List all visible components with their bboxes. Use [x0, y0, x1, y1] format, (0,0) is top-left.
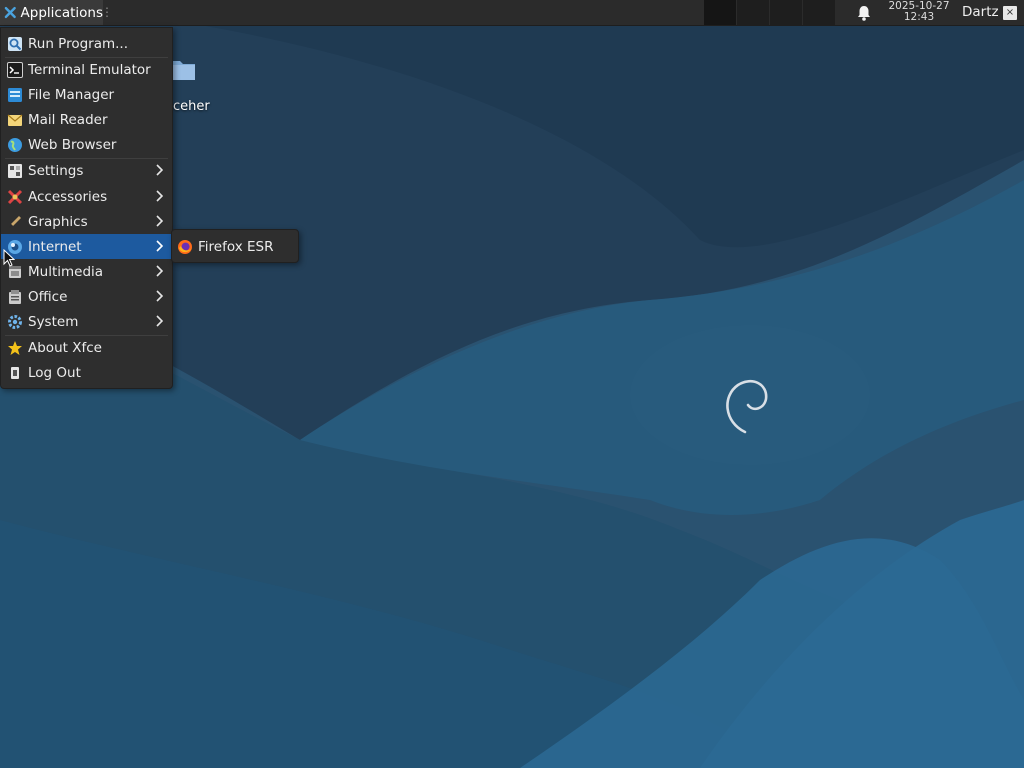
file-manager-icon [7, 87, 23, 103]
menu-item-label: Terminal Emulator [28, 61, 151, 78]
graphics-icon [7, 214, 23, 230]
menu-item-label: About Xfce [28, 339, 102, 356]
menu-item-label: Graphics [28, 213, 88, 230]
menu-item-label: Multimedia [28, 263, 104, 280]
menu-item-mail-reader[interactable]: Mail Reader [1, 107, 172, 132]
menu-item-office[interactable]: Office [1, 284, 172, 309]
chevron-right-icon [156, 215, 163, 227]
workspace-switcher [704, 0, 836, 25]
settings-icon [7, 163, 23, 179]
chevron-right-icon [156, 164, 163, 176]
web-browser-icon [7, 137, 23, 153]
menu-item-label: Office [28, 288, 68, 305]
menu-item-label: Accessories [28, 188, 108, 205]
applications-menu: Run Program... Terminal Emulator File Ma… [0, 27, 173, 389]
top-panel: Applications ⋮ 2025-10-27 12:43 Dartz × [0, 0, 1024, 26]
menu-item-label: Log Out [28, 364, 81, 381]
menu-item-multimedia[interactable]: Multimedia [1, 259, 172, 284]
menu-item-web-browser[interactable]: Web Browser [1, 132, 172, 157]
system-icon [7, 314, 23, 330]
menu-item-internet[interactable]: Internet [1, 234, 172, 259]
menu-item-about-xfce[interactable]: About Xfce [1, 335, 172, 360]
terminal-icon [7, 61, 23, 78]
submenu-item-firefox-esr[interactable]: Firefox ESR [172, 234, 298, 259]
internet-submenu: Firefox ESR [171, 229, 299, 263]
accessories-icon [7, 189, 23, 205]
submenu-item-label: Firefox ESR [198, 238, 274, 255]
star-icon [7, 340, 23, 356]
menu-item-run-program[interactable]: Run Program... [1, 31, 172, 56]
action-button-close[interactable]: × [1003, 6, 1017, 20]
folder-icon [171, 61, 195, 80]
chevron-right-icon [156, 290, 163, 302]
chevron-right-icon [156, 315, 163, 327]
menu-item-settings[interactable]: Settings [1, 158, 172, 183]
menu-item-label: Internet [28, 238, 82, 255]
menu-item-label: System [28, 313, 79, 330]
notification-bell-icon[interactable] [855, 4, 873, 22]
menu-item-label: Settings [28, 162, 84, 179]
workspace-3[interactable] [770, 0, 803, 25]
run-icon [7, 36, 23, 52]
clock-time: 12:43 [903, 11, 935, 23]
chevron-right-icon [156, 240, 163, 252]
menu-item-log-out[interactable]: Log Out [1, 360, 172, 385]
menu-item-graphics[interactable]: Graphics [1, 209, 172, 234]
menu-item-label: File Manager [28, 86, 115, 103]
firefox-icon [177, 239, 193, 255]
office-icon [7, 289, 23, 305]
clock[interactable]: 2025-10-27 12:43 [880, 1, 958, 23]
workspace-1[interactable] [704, 0, 737, 25]
applications-label: Applications [20, 4, 103, 21]
menu-item-terminal-emulator[interactable]: Terminal Emulator [1, 57, 172, 82]
workspace-4[interactable] [803, 0, 836, 25]
menu-item-system[interactable]: System [1, 309, 172, 334]
workspace-2[interactable] [737, 0, 770, 25]
menu-item-file-manager[interactable]: File Manager [1, 82, 172, 107]
chevron-right-icon [156, 190, 163, 202]
mail-icon [7, 112, 23, 128]
mouse-cursor-icon [3, 249, 15, 267]
applications-menu-button[interactable]: Applications [0, 0, 103, 25]
menu-item-accessories[interactable]: Accessories [1, 184, 172, 209]
menu-item-label: Run Program... [28, 35, 129, 52]
chevron-right-icon [156, 265, 163, 277]
logout-icon [7, 365, 23, 381]
xfce-logo-icon [4, 6, 16, 19]
menu-item-label: Mail Reader [28, 111, 108, 128]
user-name[interactable]: Dartz [962, 4, 999, 20]
desktop-icon-label: ceher [173, 99, 210, 114]
panel-handle-icon: ⋮ [101, 5, 113, 19]
menu-item-label: Web Browser [28, 136, 117, 153]
